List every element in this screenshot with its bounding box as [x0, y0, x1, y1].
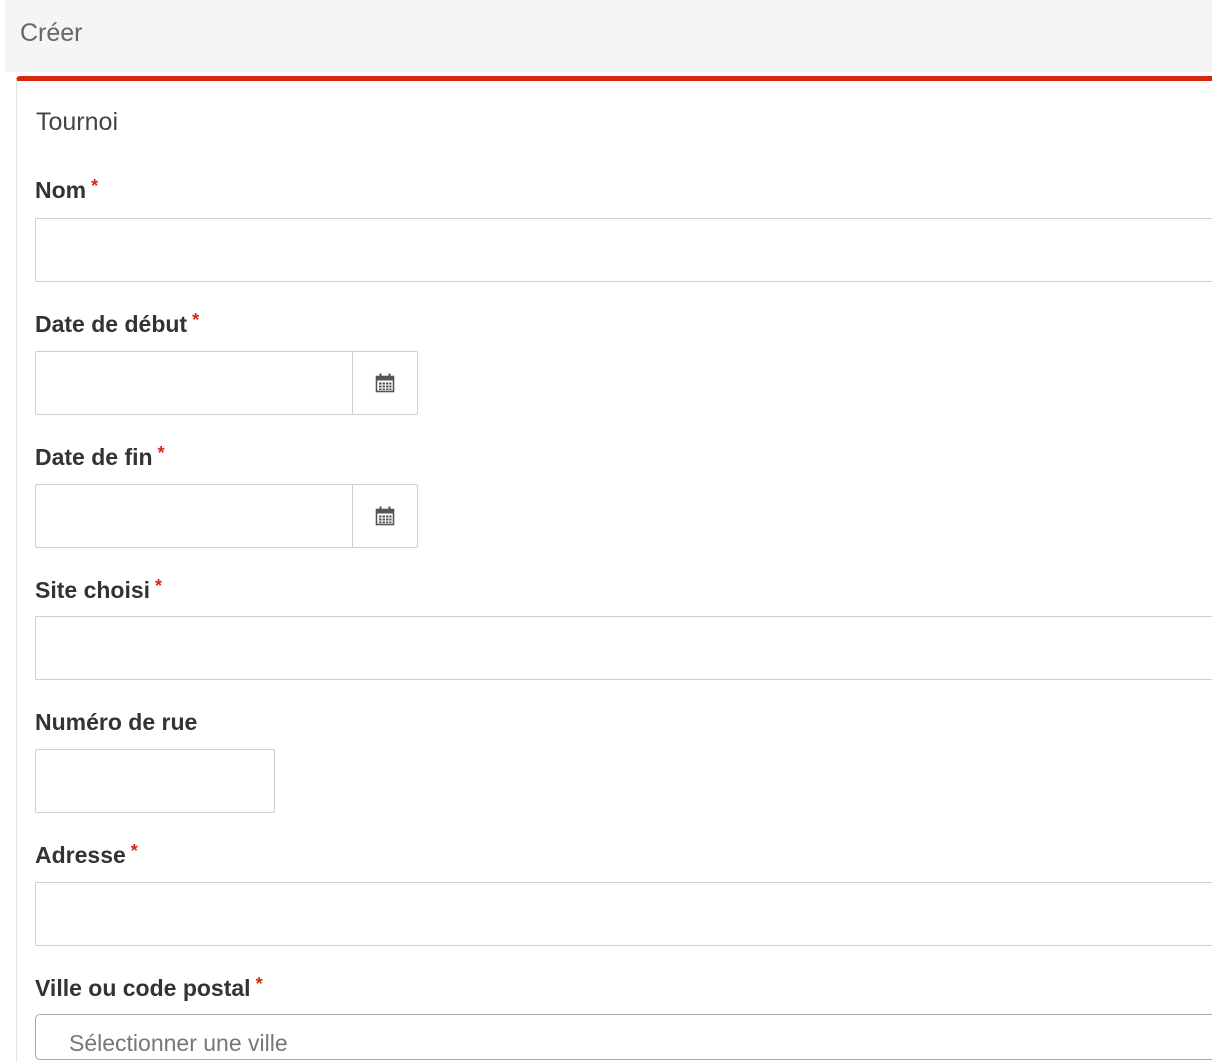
nom-label-text: Nom — [35, 177, 87, 203]
site-choisi-input[interactable] — [35, 616, 1212, 680]
site-choisi-label-text: Site choisi — [35, 577, 151, 603]
adresse-input[interactable] — [35, 882, 1212, 946]
ville-label: Ville ou code postal * — [35, 974, 263, 1004]
site-choisi-label: Site choisi * — [35, 576, 162, 606]
required-star: * — [192, 310, 200, 330]
calendar-icon — [375, 506, 395, 526]
numero-rue-label-text: Numéro de rue — [35, 709, 198, 735]
page: Créer Tournoi Nom * Date de début * Date… — [0, 0, 1212, 1062]
ville-select-placeholder: Sélectionner une ville — [69, 1030, 288, 1056]
page-title: Créer — [20, 19, 83, 47]
date-debut-group — [35, 351, 418, 415]
adresse-label-text: Adresse — [35, 842, 126, 868]
page-header: Créer — [5, 0, 1212, 72]
numero-rue-label: Numéro de rue — [35, 708, 197, 736]
adresse-label: Adresse * — [35, 841, 138, 871]
ville-label-text: Ville ou code postal — [35, 975, 251, 1001]
nom-input[interactable] — [35, 218, 1212, 282]
date-fin-label: Date de fin * — [35, 443, 165, 473]
required-star: * — [155, 576, 163, 596]
date-fin-label-text: Date de fin — [35, 444, 153, 470]
required-star: * — [130, 841, 138, 861]
required-star: * — [91, 176, 99, 196]
date-debut-label-text: Date de début — [35, 311, 188, 337]
date-fin-group — [35, 484, 418, 548]
tournament-form-panel: Tournoi Nom * Date de début * Date de fi… — [16, 76, 1212, 1062]
ville-select[interactable]: Sélectionner une ville — [35, 1014, 1212, 1060]
nom-label: Nom * — [35, 176, 98, 206]
required-star: * — [255, 974, 263, 994]
numero-rue-input[interactable] — [35, 749, 275, 813]
required-star: * — [157, 443, 165, 463]
date-fin-calendar-button[interactable] — [352, 485, 417, 547]
panel-title: Tournoi — [36, 108, 118, 136]
date-fin-input[interactable] — [36, 485, 352, 547]
date-debut-input[interactable] — [36, 352, 352, 414]
date-debut-calendar-button[interactable] — [352, 352, 417, 414]
calendar-icon — [375, 373, 395, 393]
date-debut-label: Date de début * — [35, 310, 199, 340]
